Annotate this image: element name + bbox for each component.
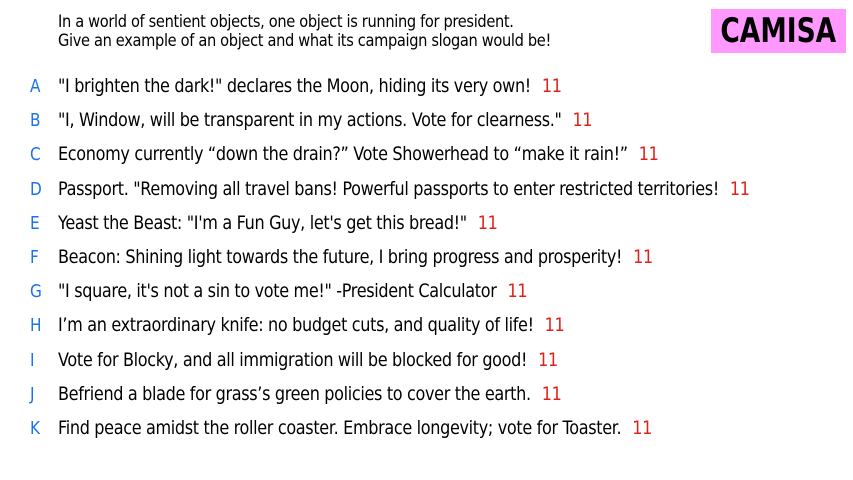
answer-text: Find peace amidst the roller coaster. Em… <box>58 416 622 439</box>
answer-row-g: G "I square, it's not a sin to vote me!"… <box>0 277 853 311</box>
answer-content: "I, Window, will be transparent in my ac… <box>58 109 593 132</box>
prompt-line-2: Give an example of an object and what it… <box>58 31 551 51</box>
vote-count: 11 <box>632 416 653 439</box>
answer-content: Passport. "Removing all travel bans! Pow… <box>58 178 750 200</box>
answer-row-i: I Vote for Blocky, and all immigration w… <box>0 346 853 380</box>
answer-row-d: D Passport. "Removing all travel bans! P… <box>0 175 853 209</box>
answer-row-k: K Find peace amidst the roller coaster. … <box>0 414 853 448</box>
vote-count: 11 <box>638 143 659 166</box>
player-name-label: CAMISA <box>720 11 837 51</box>
answer-content: Befriend a blade for grass’s green polic… <box>58 382 562 405</box>
answer-text: Vote for Blocky, and all immigration wil… <box>58 348 528 371</box>
answer-content: I’m an extraordinary knife: no budget cu… <box>58 314 565 337</box>
answer-letter: D <box>30 178 42 200</box>
vote-count: 11 <box>477 211 498 234</box>
answer-text: "I, Window, will be transparent in my ac… <box>58 109 562 132</box>
answer-letter: B <box>30 110 41 132</box>
answer-letter: J <box>30 383 35 405</box>
answer-row-h: H I’m an extraordinary knife: no budget … <box>0 311 853 345</box>
answer-text: "I brighten the dark!" declares the Moon… <box>58 75 531 97</box>
answer-letter: G <box>30 281 42 303</box>
answer-content: Economy currently “down the drain?” Vote… <box>58 143 659 166</box>
answer-text: Passport. "Removing all travel bans! Pow… <box>58 177 719 200</box>
answer-text: I’m an extraordinary knife: no budget cu… <box>58 314 534 337</box>
answer-row-b: B "I, Window, will be transparent in my … <box>0 106 853 140</box>
answer-row-e: E Yeast the Beast: "I'm a Fun Guy, let's… <box>0 209 853 243</box>
answer-text: Befriend a blade for grass’s green polic… <box>58 382 531 405</box>
answer-letter: I <box>30 349 35 371</box>
prompt-text: In a world of sentient objects, one obje… <box>58 13 608 51</box>
answer-row-f: F Beacon: Shining light towards the futu… <box>0 243 853 277</box>
vote-count: 11 <box>572 109 593 132</box>
answer-content: "I brighten the dark!" declares the Moon… <box>58 75 562 97</box>
vote-count: 11 <box>541 382 562 405</box>
answer-text: Yeast the Beast: "I'm a Fun Guy, let's g… <box>58 211 467 234</box>
answer-letter: H <box>30 315 42 337</box>
answer-content: Beacon: Shining light towards the future… <box>58 246 653 268</box>
answer-text: Economy currently “down the drain?” Vote… <box>58 143 628 166</box>
answer-content: "I square, it's not a sin to vote me!" -… <box>58 280 528 303</box>
answer-text: "I square, it's not a sin to vote me!" -… <box>58 280 497 303</box>
answer-content: Vote for Blocky, and all immigration wil… <box>58 349 558 371</box>
answer-row-a: A "I brighten the dark!" declares the Mo… <box>0 72 853 106</box>
answer-content: Yeast the Beast: "I'm a Fun Guy, let's g… <box>58 212 498 234</box>
vote-count: 11 <box>633 245 653 268</box>
prompt-line-1: In a world of sentient objects, one obje… <box>58 12 514 32</box>
answer-letter: F <box>30 246 39 268</box>
answer-row-j: J Befriend a blade for grass’s green pol… <box>0 380 853 414</box>
vote-count: 11 <box>541 75 562 97</box>
answer-letter: E <box>30 212 40 234</box>
answer-row-c: C Economy currently “down the drain?” Vo… <box>0 140 853 174</box>
player-name-badge: CAMISA <box>711 9 846 53</box>
vote-count: 11 <box>538 348 558 371</box>
answer-list: A "I brighten the dark!" declares the Mo… <box>0 72 853 448</box>
answer-letter: K <box>30 417 41 439</box>
vote-count: 11 <box>544 314 565 337</box>
vote-count: 11 <box>507 280 528 303</box>
answer-letter: A <box>30 76 41 97</box>
vote-count: 11 <box>729 177 750 200</box>
answer-text: Beacon: Shining light towards the future… <box>58 245 623 268</box>
answer-letter: C <box>30 144 41 166</box>
answer-content: Find peace amidst the roller coaster. Em… <box>58 417 652 439</box>
